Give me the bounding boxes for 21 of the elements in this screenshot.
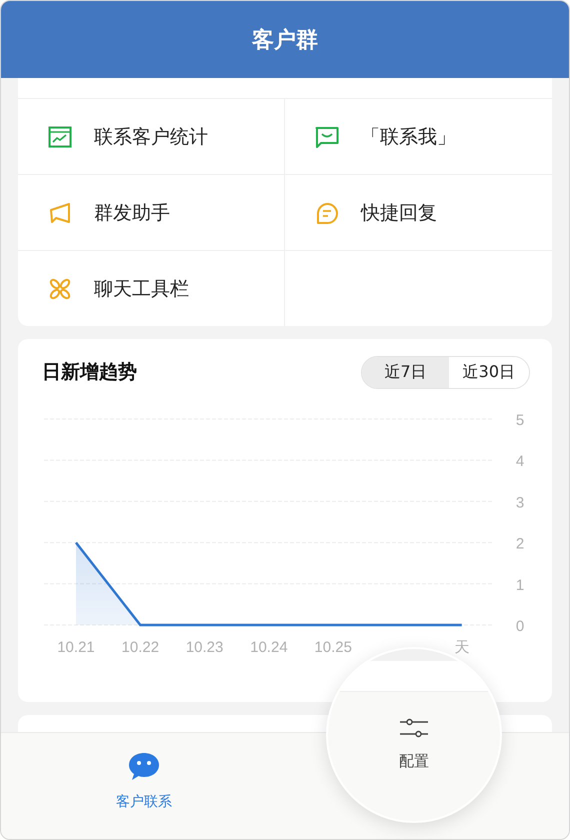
axis-label: 5 bbox=[516, 412, 524, 429]
axis-label: 10.22 bbox=[122, 639, 160, 656]
range-tab[interactable]: 近7日 bbox=[362, 356, 449, 388]
section-title: 日新增趋势 bbox=[42, 360, 137, 385]
axis-label: 4 bbox=[516, 453, 524, 470]
axis-label: 1 bbox=[516, 576, 524, 594]
bottom-tab[interactable]: 客户联系 bbox=[101, 751, 187, 811]
page-title: 客户群 bbox=[252, 26, 318, 54]
axis-label: 2 bbox=[516, 536, 524, 553]
sliders-icon bbox=[399, 718, 429, 738]
tool-item[interactable]: 联系客户统计 bbox=[18, 99, 285, 175]
axis-label: 10.24 bbox=[250, 639, 288, 656]
tool-item[interactable]: 快捷回复 bbox=[285, 175, 552, 251]
tool-item[interactable]: 群发助手 bbox=[18, 175, 285, 251]
tool-item[interactable]: 「联系我」 bbox=[285, 99, 552, 175]
chat-bubble-icon bbox=[127, 751, 161, 783]
axis-label: 10.21 bbox=[57, 639, 95, 656]
axis-label: 10.23 bbox=[186, 639, 224, 656]
axis-label: 0 bbox=[516, 618, 524, 635]
axis-label: 3 bbox=[516, 494, 524, 512]
tool-item[interactable]: 聊天工具栏 bbox=[18, 251, 285, 326]
